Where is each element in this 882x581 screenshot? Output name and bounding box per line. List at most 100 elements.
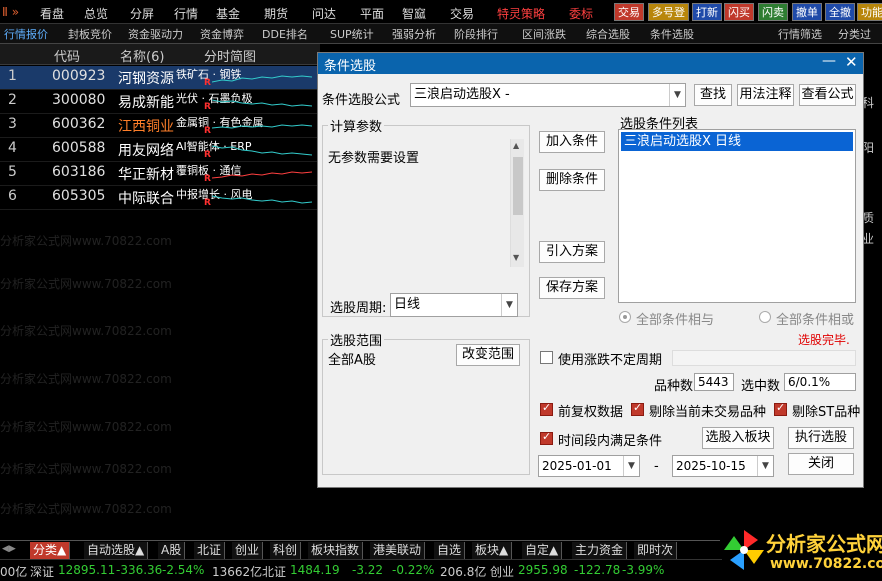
menu-special-weibiao[interactable]: 委标 xyxy=(569,5,593,22)
tab-condition-select[interactable]: 条件选股 xyxy=(650,26,694,42)
ipo-button[interactable]: 打新 xyxy=(692,3,722,21)
period-condition-checkbox[interactable] xyxy=(540,430,553,445)
minimize-icon[interactable]: — xyxy=(822,53,836,69)
add-condition-button[interactable]: 加入条件 xyxy=(539,131,605,153)
usage-button[interactable]: 用法注释 xyxy=(737,84,794,106)
tab-dde-rank[interactable]: DDE排名 xyxy=(262,26,308,42)
tab-chuangye[interactable]: 创业 xyxy=(232,542,264,559)
list-item[interactable]: 三浪启动选股X 日线 xyxy=(621,132,853,151)
tab-realtime[interactable]: 即时次 xyxy=(634,542,678,559)
tab-auto-select[interactable]: 自动选股▲ xyxy=(84,542,149,559)
scroll-left-icon[interactable]: ◀▶ xyxy=(2,544,16,554)
tab-category[interactable]: 分类▲ xyxy=(30,542,71,559)
scroll-down-icon[interactable]: ▼ xyxy=(513,253,519,262)
sz-label: 深证 xyxy=(30,565,55,579)
menu-qihuo[interactable]: 期货 xyxy=(264,5,288,22)
tab-hk-us[interactable]: 港美联动 xyxy=(370,542,426,559)
tab-category[interactable]: 分类过 xyxy=(838,26,871,42)
menu-zonglan[interactable]: 总览 xyxy=(84,5,108,22)
menu-back-marker[interactable]: Ⅱ » xyxy=(2,5,19,19)
find-button[interactable]: 查找 xyxy=(694,84,732,106)
tab-kechuang[interactable]: 科创 xyxy=(270,542,302,559)
undetermined-period-checkbox[interactable] xyxy=(540,351,553,364)
tab-sector-index[interactable]: 板块指数 xyxy=(308,542,364,559)
menu-jiaoyi[interactable]: 交易 xyxy=(450,5,474,22)
col-name[interactable]: 名称(6) xyxy=(120,46,164,65)
chevron-down-icon[interactable]: ▼ xyxy=(757,456,773,476)
tab-main-fund[interactable]: 主力资金 xyxy=(572,542,628,559)
intraday-sparkline xyxy=(212,99,312,107)
tab-auction[interactable]: 封板竞价 xyxy=(68,26,112,42)
table-row[interactable]: 1 000923 河钢资源 铁矿石 · 钢铁 R xyxy=(0,66,320,90)
table-row[interactable]: 4 600588 用友网络 AI智能体 · ERP R xyxy=(0,138,320,162)
tab-stage-rank[interactable]: 阶段排行 xyxy=(454,26,498,42)
menu-jijin[interactable]: 基金 xyxy=(216,5,240,22)
exclude-st-checkbox[interactable] xyxy=(774,401,787,416)
col-code[interactable]: 代码 xyxy=(54,46,80,65)
menu-zhiyan[interactable]: 智窳 xyxy=(402,5,426,22)
scrollbar[interactable]: ▲ ▼ xyxy=(510,139,524,267)
close-button[interactable]: 关闭 xyxy=(788,453,854,475)
tab-sector[interactable]: 板块▲ xyxy=(472,542,513,559)
menu-kanpan[interactable]: 看盘 xyxy=(40,5,64,22)
table-row[interactable]: 6 605305 中际联合 中报增长 · 风电 R xyxy=(0,186,320,210)
menu-fenping[interactable]: 分屏 xyxy=(130,5,154,22)
delete-condition-button[interactable]: 删除条件 xyxy=(539,169,605,191)
tab-strength[interactable]: 强弱分析 xyxy=(392,26,436,42)
import-plan-button[interactable]: 引入方案 xyxy=(539,241,605,263)
view-formula-button[interactable]: 查看公式 xyxy=(799,84,856,106)
period-select[interactable]: 日线 ▼ xyxy=(390,293,518,317)
tab-watchlist[interactable]: 自选 xyxy=(434,542,466,559)
pinwheel-icon xyxy=(724,530,764,570)
col-chart[interactable]: 分时简图 xyxy=(204,46,256,65)
cancel-all-button[interactable]: 全撤 xyxy=(825,3,855,21)
tab-range-change[interactable]: 区间涨跌 xyxy=(522,26,566,42)
function-button[interactable]: 功能 xyxy=(857,3,882,21)
tab-beizheng[interactable]: 北证 xyxy=(194,542,226,559)
exclude-untraded-checkbox[interactable] xyxy=(631,401,644,416)
tab-combo-select[interactable]: 综合选股 xyxy=(586,26,630,42)
chevron-down-icon[interactable]: ▼ xyxy=(501,294,517,316)
scroll-thumb[interactable] xyxy=(513,157,523,215)
tab-a-share[interactable]: A股 xyxy=(158,542,186,559)
tab-quote[interactable]: 行情报价 xyxy=(4,26,48,42)
tab-screen[interactable]: 行情筛选 xyxy=(778,26,822,42)
stock-name: 华正新材 xyxy=(118,167,174,183)
table-row[interactable]: 3 600362 江西铜业 金属铜 · 有色金属 R xyxy=(0,114,320,138)
stock-name: 易成新能 xyxy=(118,95,174,111)
formula-select[interactable]: 三浪启动选股X - ▼ xyxy=(410,83,686,107)
tab-custom[interactable]: 自定▲ xyxy=(522,542,563,559)
trade-button[interactable]: 交易 xyxy=(614,3,644,21)
radio-or[interactable] xyxy=(759,311,771,323)
dialog-titlebar[interactable]: 条件选股 — ✕ xyxy=(318,53,863,74)
menu-pingmian[interactable]: 平面 xyxy=(360,5,384,22)
menu-wenda[interactable]: 问达 xyxy=(312,5,336,22)
tab-fund-game[interactable]: 资金博弈 xyxy=(200,26,244,42)
date-from-field[interactable]: 2025-01-01 ▼ xyxy=(538,455,640,477)
save-plan-button[interactable]: 保存方案 xyxy=(539,277,605,299)
date-to-field[interactable]: 2025-10-15 ▼ xyxy=(672,455,774,477)
close-icon[interactable]: ✕ xyxy=(845,53,858,71)
to-block-button[interactable]: 选股入板块 xyxy=(702,427,774,449)
menu-special-strategy[interactable]: 特灵策略 xyxy=(497,5,545,22)
formula-value: 三浪启动选股X - xyxy=(414,87,510,102)
multi-login-button[interactable]: 多号登 xyxy=(648,3,689,21)
flash-buy-button[interactable]: 闪买 xyxy=(724,3,754,21)
execute-button[interactable]: 执行选股 xyxy=(788,427,854,449)
adjust-data-checkbox[interactable] xyxy=(540,401,553,416)
tab-sup-stats[interactable]: SUP统计 xyxy=(330,26,374,42)
condition-list[interactable]: 三浪启动选股X 日线 xyxy=(618,129,856,303)
chevron-down-icon[interactable]: ▼ xyxy=(623,456,639,476)
table-row[interactable]: 5 603186 华正新材 覆铜板 · 通信 R xyxy=(0,162,320,186)
radio-and[interactable] xyxy=(619,311,631,323)
tab-fund-drive[interactable]: 资金驱动力 xyxy=(128,26,183,42)
flash-sell-button[interactable]: 闪卖 xyxy=(758,3,788,21)
change-range-button[interactable]: 改变范围 xyxy=(456,344,520,366)
undetermined-period-field[interactable] xyxy=(672,350,856,366)
chevron-down-icon[interactable]: ▼ xyxy=(669,84,685,106)
scroll-up-icon[interactable]: ▲ xyxy=(513,141,519,150)
cancel-order-button[interactable]: 撤单 xyxy=(792,3,822,21)
table-row[interactable]: 2 300080 易成新能 光伏 · 石墨负极 R xyxy=(0,90,320,114)
menu-hangqing[interactable]: 行情 xyxy=(174,5,198,22)
formula-label: 条件选股公式 xyxy=(322,93,401,108)
